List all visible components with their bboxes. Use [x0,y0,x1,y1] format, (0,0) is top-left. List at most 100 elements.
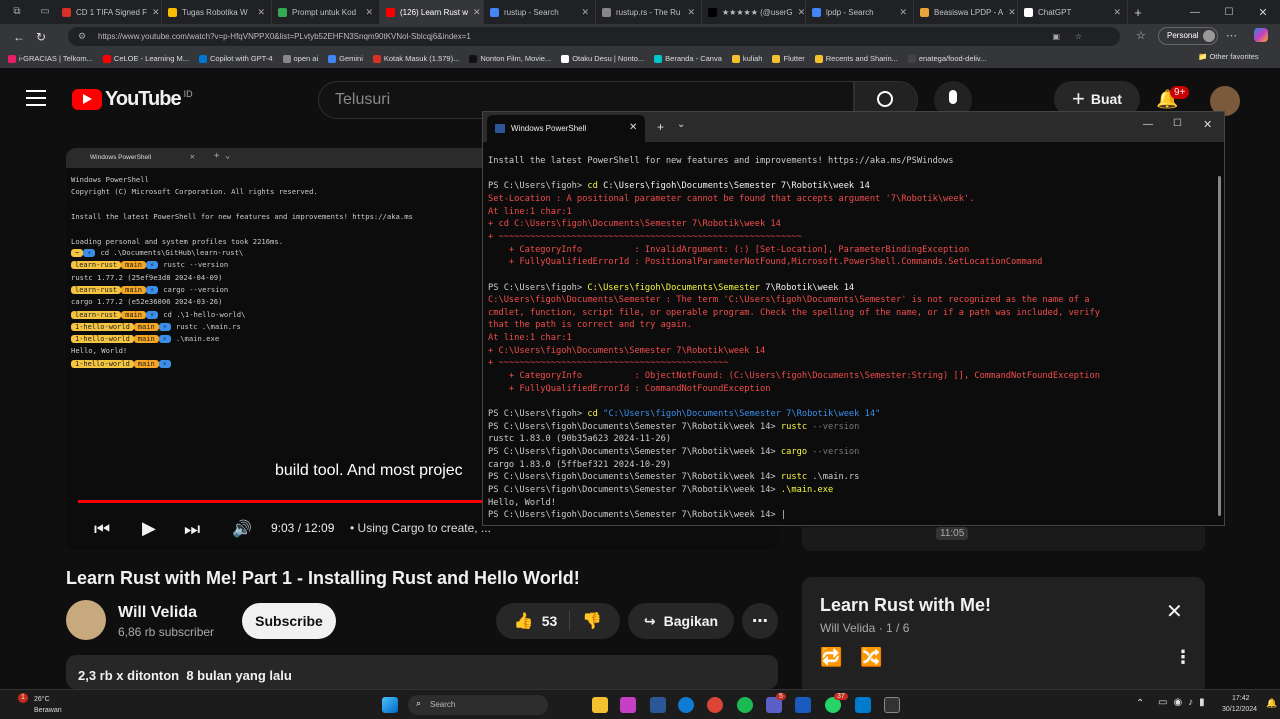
site-info-icon[interactable]: ⚙ [78,27,86,46]
dropdown-icon[interactable]: ⌄ [677,119,685,130]
taskbar-search[interactable]: ⌕ Search [408,695,548,715]
star-icon[interactable]: ☆ [1075,27,1082,46]
tray-chevron-icon[interactable]: ⌃ [1136,698,1144,709]
close-tab-icon[interactable]: ✕ [798,7,805,18]
playlist-title[interactable]: Learn Rust with Me! [820,595,991,616]
bookmark-item[interactable]: Flutter [772,54,805,63]
browser-tab[interactable]: (126) Learn Rust w ✕ [380,0,484,24]
bookmark-item[interactable]: CeLOE - Learning M... [102,54,189,63]
maximize-button[interactable]: ☐ [1212,7,1246,18]
favorites-icon[interactable]: ☆ [1136,29,1146,42]
bookmark-item[interactable]: Copilot with GPT-4 [198,54,273,63]
sidebar-card[interactable]: 11:05 [802,527,1205,551]
close-tab-icon[interactable]: ✕ [899,7,907,18]
store-icon[interactable] [650,697,666,713]
copilot-app-icon[interactable] [620,697,636,713]
ps-minimize-button[interactable]: — [1143,119,1153,130]
close-tab-icon[interactable]: ✕ [473,7,481,18]
share-button[interactable]: ↪ Bagikan [628,603,734,639]
loop-icon[interactable]: 🔁 [820,647,842,668]
subscribe-button[interactable]: Subscribe [242,603,336,639]
notification-center-icon[interactable]: 🔔 [1266,698,1277,709]
volume-icon[interactable]: 🔊 [232,519,252,539]
close-tab-icon[interactable]: ✕ [152,7,160,18]
bookmark-item[interactable]: Otaku Desu | Nonto... [561,54,644,63]
next-icon[interactable]: ⏭ [184,519,200,540]
ps-scrollbar[interactable] [1218,176,1221,516]
description-box[interactable]: 2,3 rb x ditonton 8 bulan yang lalu [66,655,778,689]
bookmark-item[interactable]: enatega/food-deliv... [907,54,986,63]
powershell-tab[interactable]: Windows PowerShell ✕ [487,115,645,142]
bookmark-item[interactable]: Nonton Film, Movie... [469,54,551,63]
clock-time[interactable]: 17:42 [1232,695,1250,702]
minimize-button[interactable]: — [1178,7,1212,18]
bookmark-item[interactable]: open ai [282,54,318,63]
thumbs-down-icon[interactable]: 👎 [570,611,602,631]
chrome-icon[interactable] [707,697,723,713]
video-chapter[interactable]: • Using Cargo to create, ... [350,521,491,535]
tab-actions-icon[interactable]: ▭ [34,0,56,24]
bookmark-item[interactable]: Gemini [328,54,363,63]
close-playlist-icon[interactable]: ✕ [1166,599,1183,624]
powershell-window[interactable]: Windows PowerShell ✕ + ⌄ — ☐ ✕ Install t… [482,111,1225,526]
file-explorer-icon[interactable] [592,697,608,713]
other-favorites[interactable]: 📁 Other favorites [1198,52,1259,61]
edge-icon[interactable] [678,697,694,713]
close-tab-icon[interactable]: ✕ [581,7,589,18]
playlist-menu-icon[interactable]: ⋮ [1174,647,1192,668]
close-tab-icon[interactable]: ✕ [1008,7,1016,18]
extensions-icon[interactable]: ▣ [1052,27,1060,46]
play-icon[interactable]: ▶ [142,518,156,539]
weather-widget[interactable]: 1 26°C Berawan [10,693,70,717]
bookmark-item[interactable]: Kotak Masuk (1.579)... [372,54,459,63]
bookmark-item[interactable]: Recents and Sharin... [814,54,898,63]
browser-tab[interactable]: Tugas Robotika W ✕ [162,0,272,24]
more-actions-button[interactable]: ⋯ [742,603,778,639]
close-tab-icon[interactable]: ✕ [1113,7,1121,18]
powershell-titlebar[interactable]: Windows PowerShell ✕ + ⌄ — ☐ ✕ [483,112,1224,142]
spotify-icon[interactable] [737,697,753,713]
close-tab-icon[interactable]: ✕ [257,7,265,18]
ps-close-button[interactable]: ✕ [1203,118,1212,131]
like-button[interactable]: 👍 53 [514,611,571,631]
refresh-icon[interactable]: ↻ [30,30,52,44]
start-icon[interactable] [382,697,398,713]
bookmark-item[interactable]: kuliah [731,54,762,63]
bookmark-item[interactable]: Beranda - Canva [654,54,722,63]
close-tab-icon[interactable]: ✕ [365,7,373,18]
close-tab-icon[interactable]: ✕ [687,7,695,18]
browser-tab[interactable]: lpdp - Search ✕ [806,0,914,24]
page-scrollbar[interactable] [1196,130,1204,550]
browser-tab[interactable]: rustup - Search ✕ [484,0,596,24]
address-bar[interactable]: ⚙ https://www.youtube.com/watch?v=p-HfqV… [68,27,1120,46]
shuffle-icon[interactable]: 🔀 [860,647,882,668]
browser-tab[interactable]: Beasiswa LPDP - A ✕ [914,0,1018,24]
bookmark-item[interactable]: i-GRACIAS | Telkom... [8,54,93,63]
browser-tab[interactable]: CD 1 TIFA Signed F ✕ [56,0,162,24]
ps-maximize-button[interactable]: ☐ [1173,118,1182,129]
browser-tab[interactable]: ★★★★★ (@userG ✕ [702,0,806,24]
terminal-icon[interactable] [884,697,900,713]
browser-tab[interactable]: rustup.rs - The Ru ✕ [596,0,702,24]
copilot-icon[interactable] [1254,28,1268,42]
back-icon[interactable]: ← [8,30,30,44]
youtube-logo[interactable]: YouTube ID [72,88,193,111]
more-menu-icon[interactable]: ⋯ [1226,29,1237,42]
channel-avatar[interactable] [66,600,106,640]
browser-tab[interactable]: ChatGPT ✕ [1018,0,1128,24]
word-icon[interactable] [795,697,811,713]
profile-button[interactable]: Personal [1158,27,1218,45]
browser-tab[interactable]: Prompt untuk Kod ✕ [272,0,380,24]
close-window-button[interactable]: ✕ [1246,6,1280,19]
tray-status-icons[interactable]: ▭◉♪▮ [1158,697,1211,708]
menu-icon[interactable] [26,90,46,106]
clock-date[interactable]: 30/12/2024 [1222,706,1257,713]
new-tab-button[interactable]: + [1128,5,1148,20]
channel-name[interactable]: Will Velida [118,604,197,622]
close-tab-icon[interactable]: ✕ [629,122,637,133]
vscode-icon[interactable] [855,697,871,713]
workspaces-icon[interactable]: ⧉ [0,0,34,24]
previous-icon[interactable]: ⏮ [94,519,110,540]
new-tab-icon[interactable]: + [657,120,664,134]
video-terminal-prompt: ~ ⚡ cd .\Documents\GitHub\learn-rust\ [71,248,243,257]
